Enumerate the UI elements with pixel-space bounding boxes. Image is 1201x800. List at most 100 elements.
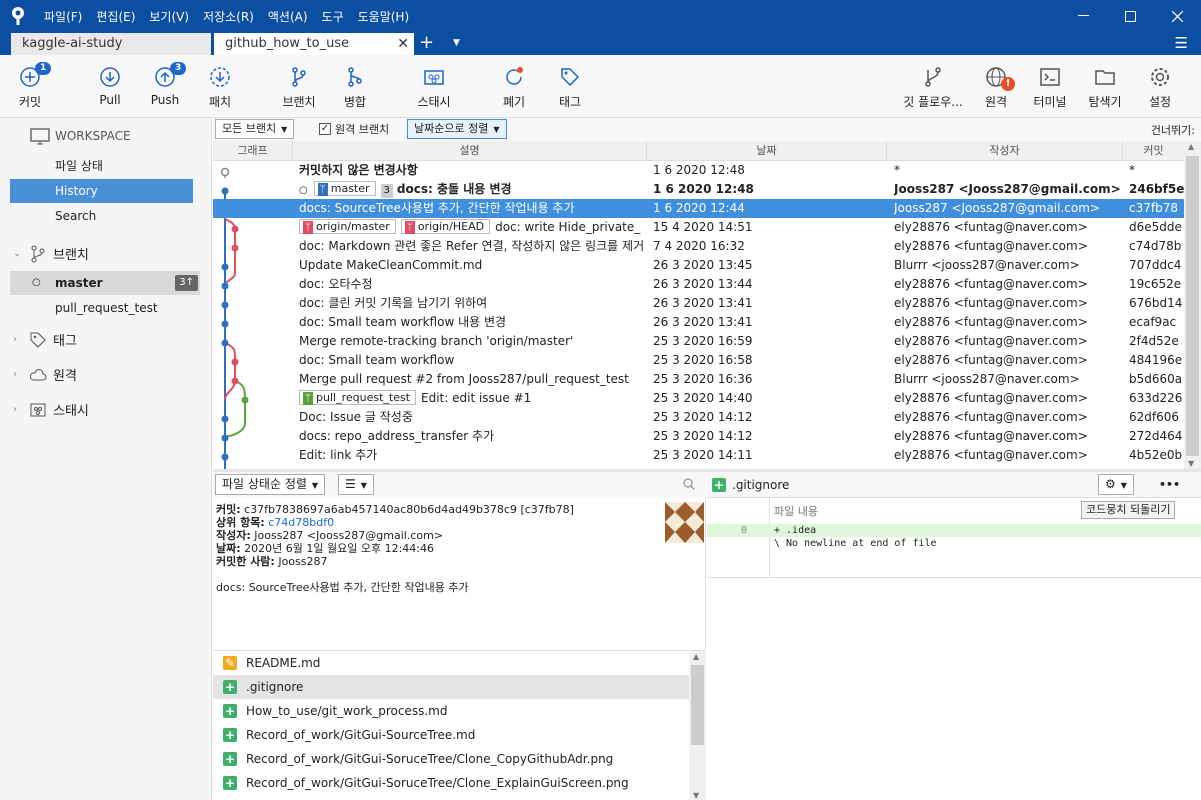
- table-row[interactable]: doc: Small team workflow 25 3 2020 16:58…: [213, 351, 1184, 370]
- list-item[interactable]: + Record_of_work/GitGui-SoruceTree/Clone_…: [213, 771, 689, 795]
- history-scrollbar[interactable]: ▲ ▼: [1184, 141, 1201, 469]
- menu-help[interactable]: 도움말(H): [358, 8, 410, 25]
- column-description[interactable]: 설명: [293, 141, 647, 161]
- menu-view[interactable]: 보기(V): [149, 8, 189, 25]
- menu-edit[interactable]: 편집(E): [96, 8, 135, 25]
- chevron-down-icon: ▼: [360, 481, 367, 490]
- menu-actions[interactable]: 액션(A): [268, 8, 308, 25]
- parent-link[interactable]: c74d78bdf0: [268, 516, 334, 529]
- table-row[interactable]: Merge remote-tracking branch 'origin/mas…: [213, 332, 1184, 351]
- branch-filter-dropdown[interactable]: 모든 브랜치 ▼: [215, 119, 295, 139]
- diff-line-meta: \ No newline at end of file: [707, 537, 1201, 550]
- scroll-up-icon[interactable]: ▲: [693, 652, 699, 661]
- sidebar-item-history[interactable]: History: [10, 179, 193, 203]
- table-row[interactable]: docs: repo_address_transfer 추가 25 3 2020…: [213, 427, 1184, 446]
- files-scrollbar[interactable]: ▲ ▼: [689, 651, 706, 800]
- file-sort-dropdown[interactable]: 파일 상태순 정렬 ▼: [215, 474, 326, 495]
- list-item[interactable]: + Record_of_work/GitGui-SourceTree.md: [213, 723, 689, 747]
- tab-kaggle-ai-study[interactable]: kaggle-ai-study: [11, 33, 211, 55]
- column-graph[interactable]: 그래프: [213, 141, 293, 161]
- branch-button[interactable]: 브랜치: [269, 65, 329, 110]
- scroll-up-icon[interactable]: ▲: [1188, 142, 1194, 151]
- branch-tag-label: origin/master: [316, 220, 390, 233]
- hunk-label: 파일 내용: [774, 505, 818, 518]
- diff-line-added: 0 + .idea: [707, 524, 1201, 537]
- push-button[interactable]: 3 Push: [135, 62, 195, 107]
- commit-desc-cell: ᛘ origin/master ᛘ origin/HEAD doc: write Hid…: [299, 218, 645, 237]
- stash-label: 스태시: [417, 95, 451, 109]
- column-commit[interactable]: 커밋: [1123, 141, 1184, 161]
- table-row[interactable]: Doc: Issue 글 작성중 25 3 2020 14:12 ely2887…: [213, 408, 1184, 427]
- checkbox-label: 원격 브랜치: [335, 123, 390, 136]
- new-tab-button[interactable]: +: [419, 32, 434, 54]
- commit-button[interactable]: 1 커밋: [0, 62, 60, 110]
- table-row[interactable]: Merge pull request #2 from Jooss287/pull…: [213, 370, 1184, 389]
- pull-button[interactable]: Pull: [80, 65, 140, 107]
- view-mode-dropdown[interactable]: ☰ ▼: [338, 474, 374, 495]
- minimize-button[interactable]: [1060, 0, 1107, 32]
- table-row[interactable]: doc: 오타수정 26 3 2020 13:44 ely28876 <funt…: [213, 275, 1184, 294]
- table-row[interactable]: 커밋하지 않은 변경사항 1 6 2020 12:48 * *: [213, 161, 1184, 180]
- chevron-down-icon: ⌄: [13, 248, 22, 259]
- table-row[interactable]: docs: SourceTree사용법 추가, 간단한 작업내용 추가 1 6 …: [213, 199, 1184, 218]
- tab-close-icon[interactable]: ✕: [397, 33, 409, 55]
- list-item[interactable]: ✎ README.md: [213, 651, 689, 675]
- diff-options-dropdown[interactable]: ⚙ ▼: [1098, 474, 1134, 495]
- branch-item-master[interactable]: ○ master 3↑: [10, 271, 200, 295]
- branches-section[interactable]: ⌄ 브랜치: [13, 244, 89, 263]
- search-icon[interactable]: [683, 478, 695, 490]
- menu-file[interactable]: 파일(F): [44, 8, 82, 25]
- scroll-down-icon[interactable]: ▼: [1188, 459, 1194, 468]
- table-header: 그래프 설명 날짜 작성자 커밋: [213, 141, 1184, 161]
- table-row[interactable]: doc: Markdown 관련 좋은 Refer 연결, 작성하지 않은 링크…: [213, 237, 1184, 256]
- close-window-button[interactable]: [1154, 0, 1201, 32]
- stashes-section[interactable]: › 스태시: [13, 400, 89, 419]
- table-row[interactable]: ○ ᛘ master 3 docs: 충돌 내용 변경 1 6 2020 12:48 J…: [213, 180, 1184, 199]
- tag-button[interactable]: 태그: [540, 65, 600, 110]
- menu-repository[interactable]: 저장소(R): [203, 8, 254, 25]
- column-date[interactable]: 날짜: [647, 141, 887, 161]
- table-row[interactable]: doc: 클린 커밋 기록을 남기기 위하여 26 3 2020 13:41 e…: [213, 294, 1184, 313]
- hamburger-menu-icon[interactable]: ☰: [1175, 32, 1188, 54]
- column-author[interactable]: 작성자: [887, 141, 1123, 161]
- gitflow-button[interactable]: 깃 플로우...: [902, 65, 964, 110]
- maximize-button[interactable]: [1107, 0, 1154, 32]
- tags-section[interactable]: › 태그: [13, 330, 77, 349]
- list-item[interactable]: + Record_of_work/GitGui-SoruceTree/Clone_…: [213, 747, 689, 771]
- branch-item-pull-request-test[interactable]: pull_request_test: [10, 296, 200, 320]
- remotes-section[interactable]: › 원격: [13, 365, 77, 384]
- scroll-down-icon[interactable]: ▼: [693, 791, 699, 800]
- table-row[interactable]: Edit: link 추가 25 3 2020 14:11 ely28876 <…: [213, 446, 1184, 465]
- scroll-thumb[interactable]: [1186, 156, 1199, 456]
- revert-hunk-button[interactable]: 코드뭉치 되돌리기: [1081, 501, 1176, 519]
- discard-button[interactable]: 폐기: [484, 65, 544, 110]
- sidebar-item-search[interactable]: Search: [10, 204, 193, 228]
- more-options-icon[interactable]: •••: [1159, 478, 1180, 491]
- parent-label: 상위 항목:: [216, 516, 265, 529]
- table-row[interactable]: doc: Small team workflow 내용 변경 26 3 2020…: [213, 313, 1184, 332]
- table-row[interactable]: ᛘ pull_request_test Edit: edit issue #1 25…: [213, 389, 1184, 408]
- added-file-icon: +: [223, 752, 237, 766]
- remote-button[interactable]: ! 원격: [966, 65, 1026, 110]
- fetch-button[interactable]: 패치: [190, 65, 250, 110]
- commit-hash: 62df606: [1129, 410, 1180, 424]
- terminal-button[interactable]: 터미널: [1020, 65, 1080, 110]
- line-number: 0: [740, 525, 747, 536]
- stash-button[interactable]: 스태시: [404, 65, 464, 110]
- list-item[interactable]: + How_to_use/git_work_process.md: [213, 699, 689, 723]
- scroll-thumb[interactable]: [691, 665, 704, 745]
- tab-github-how-to-use[interactable]: github_how_to_use ✕: [214, 33, 414, 55]
- sidebar-item-file-status[interactable]: 파일 상태: [10, 154, 193, 178]
- merge-button[interactable]: 병합: [325, 65, 385, 110]
- settings-button[interactable]: 설정: [1130, 65, 1190, 110]
- remote-branches-checkbox[interactable]: ✓ 원격 브랜치: [319, 121, 389, 137]
- table-row[interactable]: ᛘ origin/master ᛘ origin/HEAD doc: write Hid…: [213, 218, 1184, 237]
- table-row[interactable]: Update MakeCleanCommit.md 26 3 2020 13:4…: [213, 256, 1184, 275]
- explorer-button[interactable]: 탐색기: [1075, 65, 1135, 110]
- menu-tools[interactable]: 도구: [322, 8, 344, 25]
- list-item[interactable]: + .gitignore: [213, 675, 689, 699]
- author-label: 작성자:: [216, 529, 251, 542]
- sort-dropdown[interactable]: 날짜순으로 정렬 ▼: [407, 119, 507, 139]
- commit-date: 1 6 2020 12:48: [653, 163, 745, 177]
- tab-dropdown-icon[interactable]: ▼: [453, 32, 460, 55]
